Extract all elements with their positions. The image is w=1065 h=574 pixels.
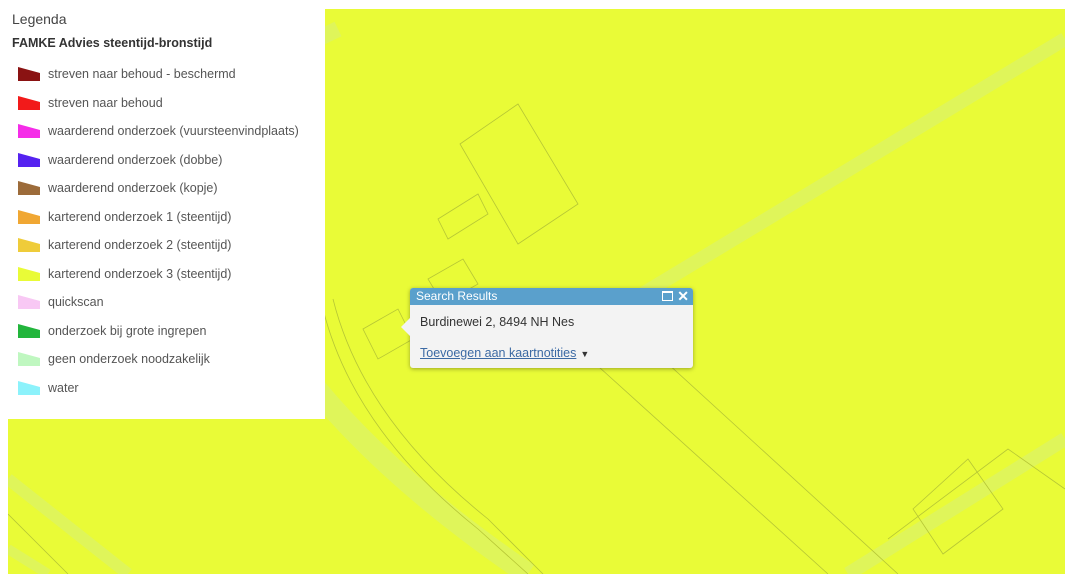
legend-item: streven naar behoud xyxy=(12,89,325,118)
maximize-icon[interactable] xyxy=(662,291,674,301)
legend-title: Legenda xyxy=(12,11,67,27)
legend-swatch xyxy=(18,67,40,82)
legend-item: karterend onderzoek 3 (steentijd) xyxy=(12,260,325,289)
legend-item: waarderend onderzoek (dobbe) xyxy=(12,146,325,175)
legend-item-label: karterend onderzoek 3 (steentijd) xyxy=(48,266,232,281)
legend-item-label: karterend onderzoek 2 (steentijd) xyxy=(48,238,232,253)
popup-actions: Toevoegen aan kaartnotities ▼ xyxy=(420,346,693,360)
legend-item: quickscan xyxy=(12,288,325,317)
dropdown-caret-icon[interactable]: ▼ xyxy=(580,349,589,359)
legend-item-label: water xyxy=(48,380,79,395)
road-band xyxy=(8,544,51,574)
legend-item-label: onderzoek bij grote ingrepen xyxy=(48,323,207,338)
legend-swatch xyxy=(18,124,40,139)
search-results-popup: Search Results ✕ Burdinewei 2, 8494 NH N… xyxy=(401,288,693,368)
legend-item: karterend onderzoek 2 (steentijd) xyxy=(12,231,325,260)
legend-swatch xyxy=(18,209,40,224)
legend-swatch xyxy=(18,352,40,367)
legend-swatch xyxy=(18,95,40,110)
legend-item-label: streven naar behoud xyxy=(48,95,163,110)
popup-body: Burdinewei 2, 8494 NH Nes Toevoegen aan … xyxy=(410,305,693,360)
legend-item-label: waarderend onderzoek (vuursteenvindplaat… xyxy=(48,124,299,139)
legend-item-label: waarderend onderzoek (kopje) xyxy=(48,181,218,196)
building-outline xyxy=(437,193,489,240)
legend-item-label: quickscan xyxy=(48,295,104,310)
legend-swatch xyxy=(18,238,40,253)
legend-item-label: geen onderzoek noodzakelijk xyxy=(48,352,210,367)
building-outline xyxy=(459,103,579,245)
legend-item: karterend onderzoek 1 (steentijd) xyxy=(12,203,325,232)
legend-swatch xyxy=(18,152,40,167)
popup-address: Burdinewei 2, 8494 NH Nes xyxy=(420,315,575,329)
legend-item: water xyxy=(12,374,325,403)
popup-title: Search Results xyxy=(416,289,498,303)
add-to-map-notes-link[interactable]: Toevoegen aan kaartnotities xyxy=(420,346,576,360)
legend-swatch xyxy=(18,266,40,281)
legend-swatch xyxy=(18,380,40,395)
legend-item: waarderend onderzoek (kopje) xyxy=(12,174,325,203)
legend-item: waarderend onderzoek (vuursteenvindplaat… xyxy=(12,117,325,146)
popup-buttons: ✕ xyxy=(662,288,689,304)
legend-item: geen onderzoek noodzakelijk xyxy=(12,345,325,374)
popup-header: Search Results ✕ xyxy=(410,288,693,305)
parcel-line xyxy=(567,338,829,574)
legend-swatch xyxy=(18,323,40,338)
legend-item: onderzoek bij grote ingrepen xyxy=(12,317,325,346)
road-band xyxy=(844,433,1065,574)
popup-pointer xyxy=(401,318,410,336)
legend-swatch xyxy=(18,295,40,310)
legend-item-label: waarderend onderzoek (dobbe) xyxy=(48,152,223,167)
legend-item: streven naar behoud - beschermd xyxy=(12,60,325,89)
legend-layer-name: FAMKE Advies steentijd-bronstijd xyxy=(12,36,213,50)
legend-item-label: streven naar behoud - beschermd xyxy=(48,67,236,82)
legend-swatch xyxy=(18,181,40,196)
legend-items: streven naar behoud - beschermd streven n… xyxy=(12,60,325,402)
legend-item-label: karterend onderzoek 1 (steentijd) xyxy=(48,209,232,224)
close-icon[interactable]: ✕ xyxy=(677,288,689,304)
legend-panel: Legenda FAMKE Advies steentijd-bronstijd… xyxy=(0,0,325,419)
